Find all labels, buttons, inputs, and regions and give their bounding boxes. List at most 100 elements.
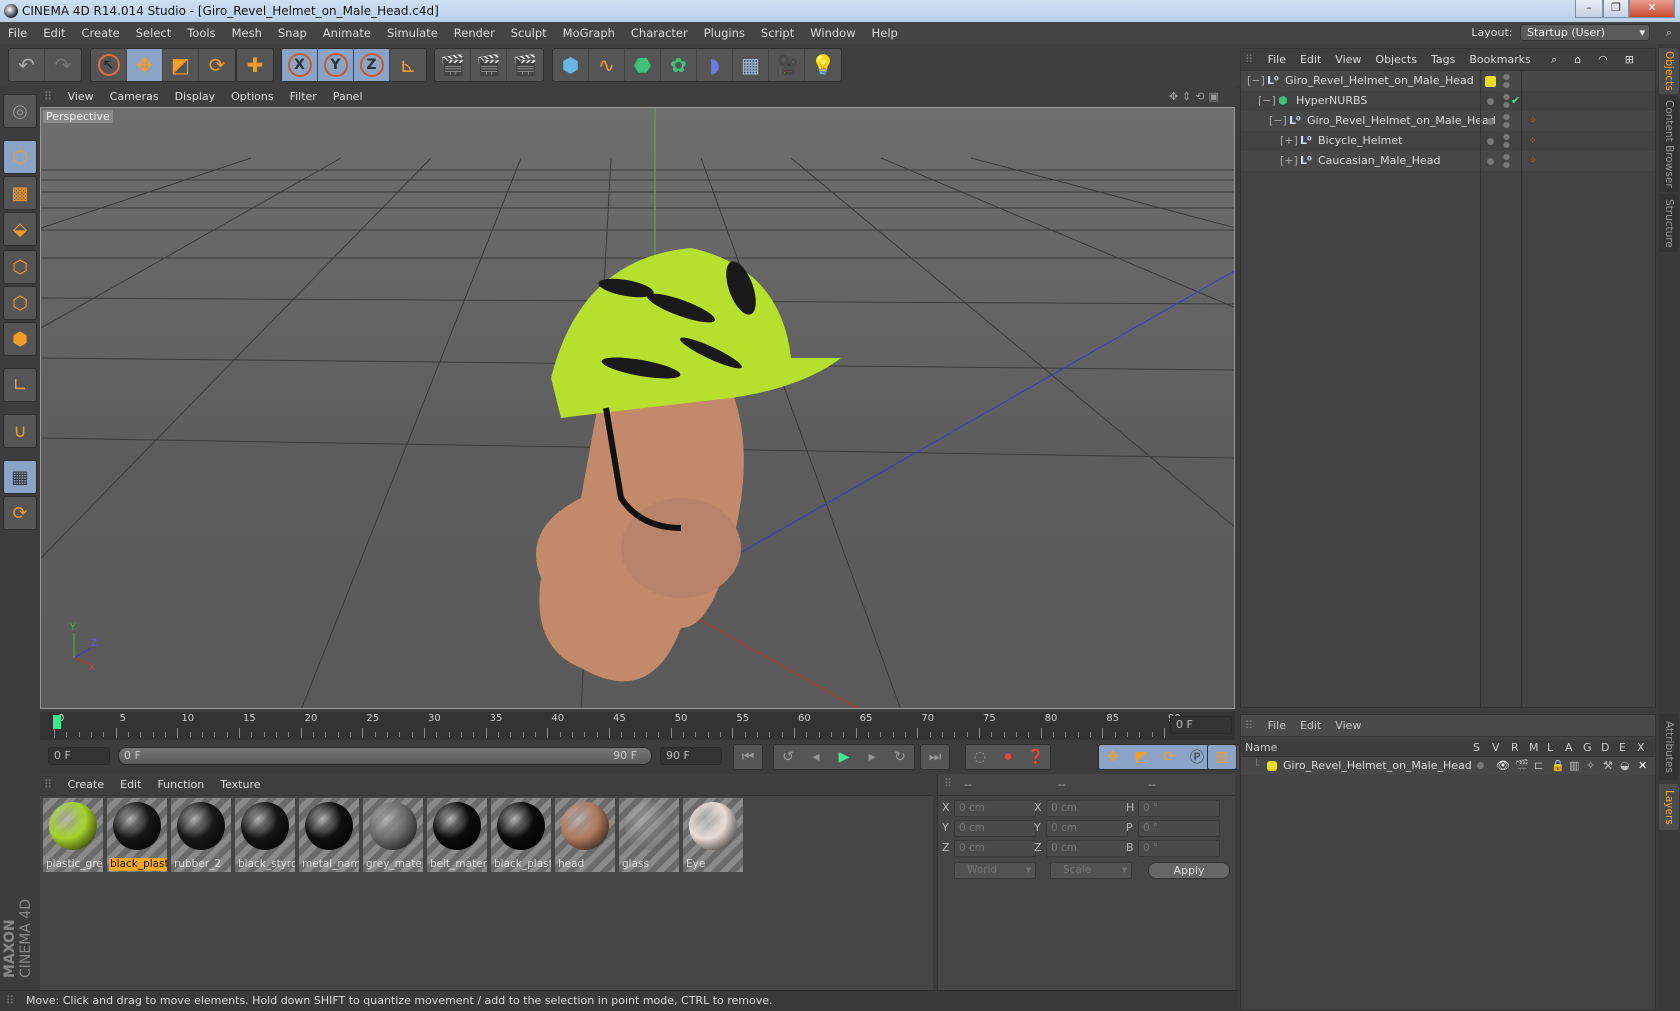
viewport-menu-cameras[interactable]: Cameras (102, 86, 167, 107)
layer-row[interactable]: └ Giro_Revel_Helmet_on_Male_Head 👁 🎬 ⊏ 🔒… (1241, 757, 1655, 775)
recent-tool-icon[interactable]: ✚ (237, 49, 273, 81)
tab-layers[interactable]: Layers (1659, 784, 1679, 830)
expand-toggle[interactable]: [+] (1280, 151, 1298, 171)
workplane-sync-icon[interactable]: ⟳ (3, 496, 37, 530)
layer-color-swatch[interactable] (1485, 76, 1496, 87)
menu-mesh[interactable]: Mesh (224, 22, 270, 44)
deformer-icon[interactable]: ◗ (697, 49, 733, 81)
eye-icon[interactable]: ◠ (1591, 49, 1618, 71)
workplane-mode-icon[interactable]: ⬙ (3, 212, 37, 246)
enabled-check-icon[interactable]: ✔ (1511, 91, 1520, 111)
redo-icon[interactable]: ↷ (45, 49, 81, 81)
coordinate-field[interactable]: 0 ° (1138, 840, 1220, 857)
home-icon[interactable]: ⌂ (1567, 49, 1591, 71)
material-menu-edit[interactable]: Edit (112, 774, 149, 796)
undo-icon[interactable]: ↶ (9, 49, 45, 81)
expression-toggle-icon[interactable]: ◒ (1620, 757, 1630, 775)
visibility-dots[interactable]: ● ● (1503, 113, 1510, 129)
keyframe-selection-icon[interactable]: ❓ (1022, 745, 1050, 769)
end-frame-field[interactable]: 90 F (660, 747, 722, 765)
material-swatch[interactable]: rubber_2 (171, 798, 231, 872)
edges-mode-icon[interactable]: ⬡ (3, 286, 37, 320)
cube-icon[interactable]: ⬢ (553, 49, 589, 81)
next-key-icon[interactable]: ↻ (886, 745, 914, 769)
manager-toggle-icon[interactable]: ⊏ (1534, 757, 1543, 775)
material-swatch[interactable]: metal_nam (299, 798, 359, 872)
layer-menu-edit[interactable]: Edit (1293, 719, 1328, 732)
object-row[interactable]: [+] L⁰ Caucasian_Male_Head ● ● ⁘ (1241, 151, 1655, 171)
frame-range-slider[interactable]: 0 F 90 F (118, 747, 652, 765)
render-view-icon[interactable]: 🎬 (435, 49, 471, 81)
layer-color-swatch[interactable] (1267, 761, 1277, 771)
previous-frame-icon[interactable]: ◂ (802, 745, 830, 769)
coordinate-field[interactable]: 0 cm (954, 840, 1036, 857)
phong-tag-icon[interactable]: ⁘ (1529, 111, 1537, 131)
menu-edit[interactable]: Edit (35, 22, 73, 44)
visibility-dots[interactable]: ● ● (1503, 93, 1510, 109)
play-icon[interactable]: ▶ (830, 745, 858, 769)
material-swatch[interactable]: black_plast (107, 798, 167, 872)
rotation-key-icon[interactable]: ⟳ (1155, 745, 1183, 769)
object-menu-objects[interactable]: Objects (1368, 49, 1424, 71)
viewport-menu-view[interactable]: View (60, 86, 102, 107)
locked-workplane-icon[interactable]: ▦ (3, 460, 37, 494)
layer-dot[interactable] (1487, 98, 1494, 105)
menu-mograph[interactable]: MoGraph (555, 22, 623, 44)
tab-content-browser[interactable]: Content Browser (1659, 96, 1679, 192)
restore-button[interactable]: ❐ (1603, 0, 1629, 18)
coordinate-space-dropdown[interactable]: World ▾ (954, 862, 1036, 879)
expand-toggle[interactable]: [−] (1269, 111, 1287, 131)
x-axis-icon[interactable]: X (282, 49, 318, 81)
magnet-icon[interactable]: ∪ (3, 414, 37, 448)
object-row[interactable]: [−] L⁰ Giro_Revel_Helmet_on_Male_Head ● ● ⁘ (1241, 111, 1655, 131)
live-selection-icon[interactable]: ↖ (91, 49, 127, 81)
menu-sculpt[interactable]: Sculpt (503, 22, 555, 44)
y-axis-icon[interactable]: Y (318, 49, 354, 81)
visibility-dots[interactable]: ● ● (1503, 153, 1510, 169)
polygons-mode-icon[interactable]: ⬢ (3, 322, 37, 356)
coordinate-field[interactable]: 0 ° (1138, 820, 1220, 837)
layer-column-header[interactable]: Name (1245, 741, 1277, 754)
viewport-menu-filter[interactable]: Filter (282, 86, 325, 107)
layer-menu-view[interactable]: View (1328, 719, 1368, 732)
light-icon[interactable]: 💡 (805, 49, 841, 81)
layer-dot[interactable] (1487, 158, 1494, 165)
layout-dropdown[interactable]: Startup (User) ▾ (1520, 24, 1650, 41)
coordinate-field[interactable]: 0 cm (1046, 840, 1128, 857)
layer-dot[interactable] (1487, 138, 1494, 145)
material-swatch[interactable]: belt_materi (427, 798, 487, 872)
object-row[interactable]: [−] ⬢ HyperNURBS ● ● ✔ (1241, 91, 1655, 111)
menu-animate[interactable]: Animate (315, 22, 379, 44)
material-menu-texture[interactable]: Texture (212, 774, 268, 796)
timeline-icon[interactable]: ▥ (1208, 745, 1236, 769)
z-axis-icon[interactable]: Z (354, 49, 390, 81)
render-toggle-icon[interactable]: 🎬 (1515, 757, 1529, 775)
material-swatch[interactable]: grey_mater (363, 798, 423, 872)
coordinate-field[interactable]: 0 ° (1138, 800, 1220, 817)
menu-script[interactable]: Script (753, 22, 802, 44)
menu-window[interactable]: Window (802, 22, 863, 44)
viewport-menu-panel[interactable]: Panel (325, 86, 371, 107)
visible-toggle-icon[interactable]: 👁 (1496, 757, 1510, 775)
array-icon[interactable]: ✿ (661, 49, 697, 81)
playhead[interactable] (53, 715, 61, 729)
object-menu-file[interactable]: File (1261, 49, 1293, 71)
viewport-menu-display[interactable]: Display (167, 86, 224, 107)
coordinate-mode-dropdown[interactable]: Scale ▾ (1050, 862, 1132, 879)
next-frame-icon[interactable]: ▸ (858, 745, 886, 769)
current-frame-field[interactable]: 0 F (1170, 716, 1232, 734)
coordinate-field[interactable]: 0 cm (954, 800, 1036, 817)
material-swatch[interactable]: glass (619, 798, 679, 872)
material-swatch[interactable]: head (555, 798, 615, 872)
rotate-icon[interactable]: ⟳ (199, 49, 235, 81)
expand-toggle[interactable]: [−] (1258, 91, 1276, 111)
coordinate-system-icon[interactable]: ⊾ (390, 49, 426, 81)
menu-render[interactable]: Render (446, 22, 503, 44)
menu-file[interactable]: File (0, 22, 35, 44)
material-menu-create[interactable]: Create (60, 774, 113, 796)
start-frame-field[interactable]: 0 F (48, 747, 110, 765)
menu-plugins[interactable]: Plugins (696, 22, 753, 44)
menu-help[interactable]: Help (864, 22, 906, 44)
expand-toggle[interactable]: [−] (1247, 71, 1265, 91)
scale-icon[interactable]: ◩ (163, 49, 199, 81)
